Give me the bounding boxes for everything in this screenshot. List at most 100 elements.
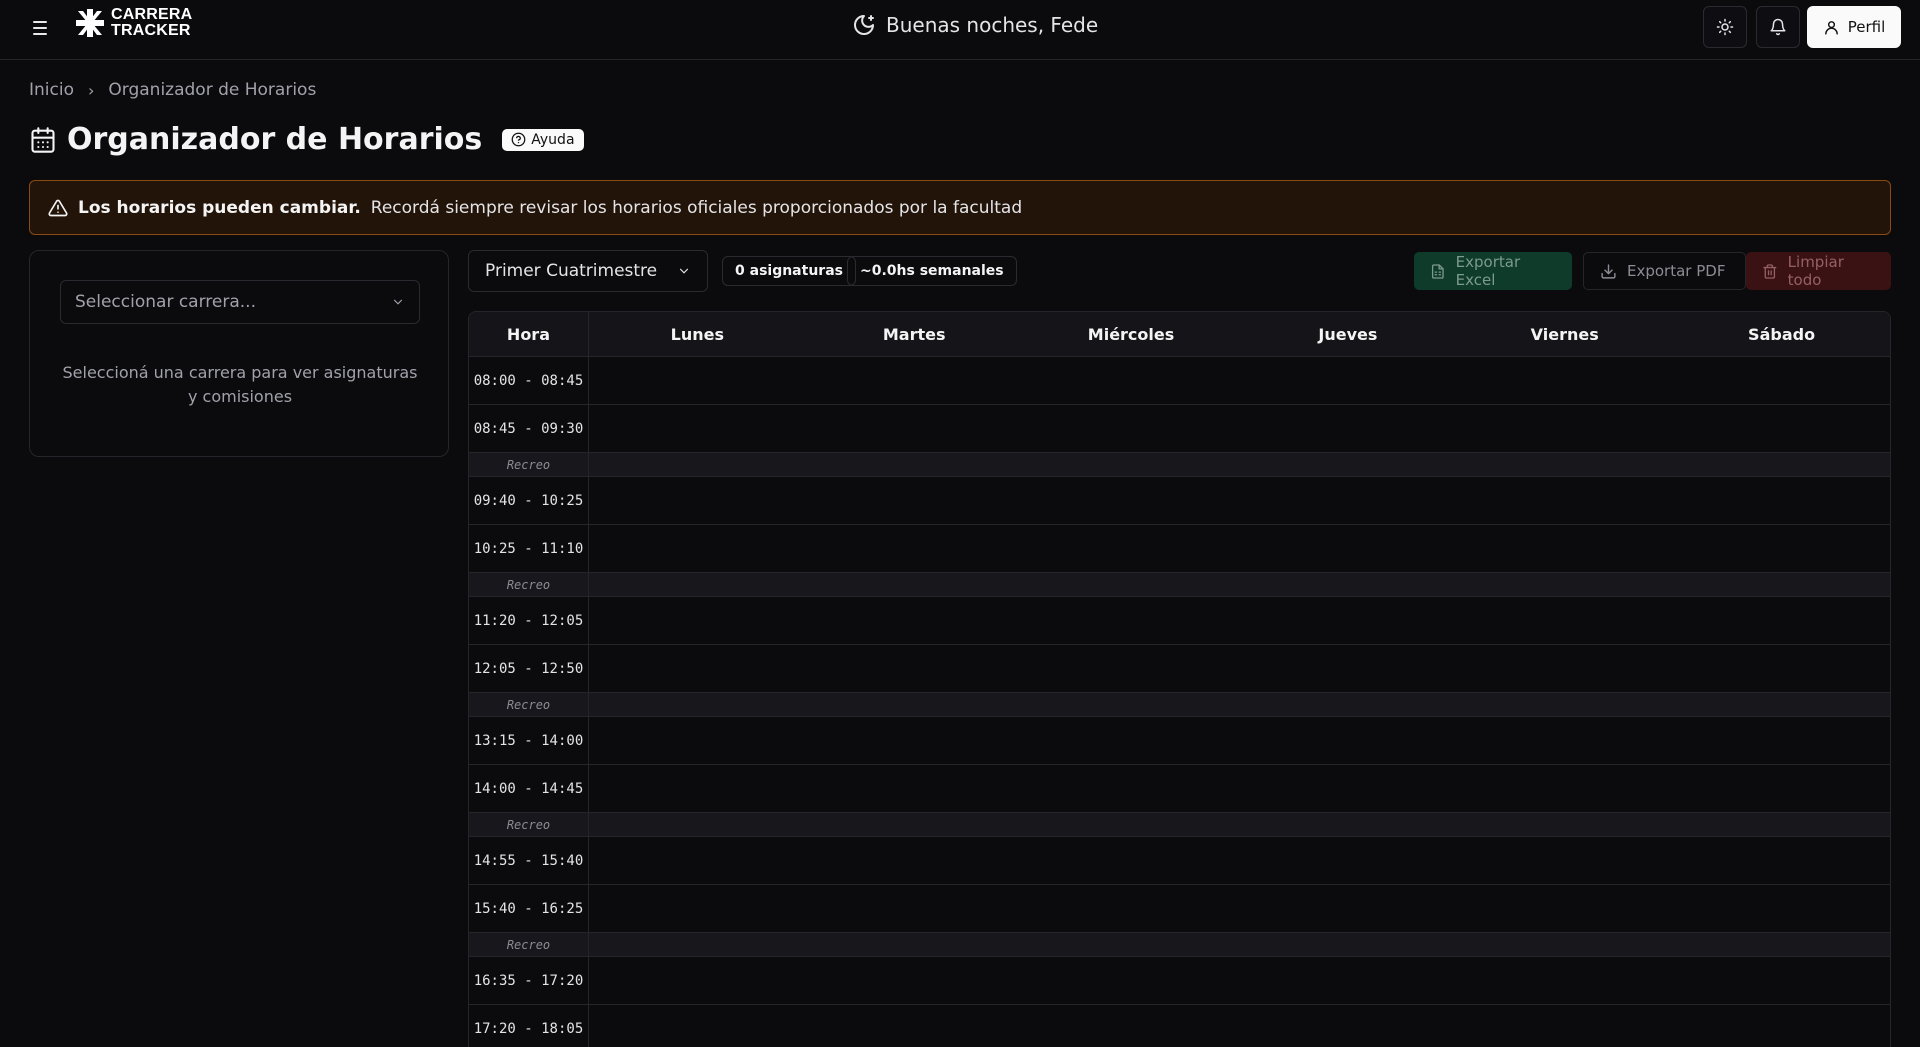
day-header-tuesday: Martes xyxy=(882,324,946,344)
break-row: Recreo xyxy=(469,693,1890,717)
career-select[interactable]: Seleccionar carrera... xyxy=(60,280,420,324)
warning-triangle-icon xyxy=(48,199,68,216)
hamburger-icon[interactable] xyxy=(28,16,52,40)
time-slot-row: 14:55 - 15:40 xyxy=(469,837,1890,885)
day-header-friday: Viernes xyxy=(1530,324,1599,344)
alert-title: Los horarios pueden cambiar. xyxy=(78,197,361,218)
break-label: Recreo xyxy=(469,573,589,596)
weekly-hours-badge: ~0.0hs semanales xyxy=(847,256,1017,286)
break-row: Recreo xyxy=(469,933,1890,957)
time-slot-row: 11:20 - 12:05 xyxy=(469,597,1890,645)
help-button[interactable]: Ayuda xyxy=(502,128,584,151)
schedule-header-row: Hora Lunes Martes Miércoles Jueves Viern… xyxy=(469,312,1890,357)
time-slot-cells[interactable] xyxy=(589,837,1890,884)
time-slot-label: 08:45 - 09:30 xyxy=(469,405,589,452)
time-slot-row: 14:00 - 14:45 xyxy=(469,765,1890,813)
greeting: Buenas noches, Fede xyxy=(852,13,1098,37)
top-bar: CARRERA TRACKER Buenas noches, Fede Perf… xyxy=(0,0,1920,60)
profile-label: Perfil xyxy=(1847,18,1886,36)
time-slot-cells[interactable] xyxy=(589,885,1890,932)
calendar-icon xyxy=(31,126,55,153)
time-slot-row: 16:35 - 17:20 xyxy=(469,957,1890,1005)
bell-icon xyxy=(1770,18,1786,36)
career-panel: Seleccionar carrera... Seleccioná una ca… xyxy=(29,250,449,457)
alert-text: Recordá siempre revisar los horarios ofi… xyxy=(370,197,1023,218)
break-row: Recreo xyxy=(469,453,1890,477)
time-slot-row: 10:25 - 11:10 xyxy=(469,525,1890,573)
moon-icon xyxy=(854,15,874,35)
clear-all-label: Limpiar todo xyxy=(1787,253,1844,289)
time-slot-label: 11:20 - 12:05 xyxy=(469,597,589,644)
breadcrumb-home[interactable]: Inicio xyxy=(29,80,74,100)
breadcrumb-current: Organizador de Horarios xyxy=(108,80,317,100)
break-row: Recreo xyxy=(469,573,1890,597)
breadcrumb: Inicio › Organizador de Horarios xyxy=(29,80,316,100)
time-slot-label: 16:35 - 17:20 xyxy=(469,957,589,1004)
time-slot-label: 10:25 - 11:10 xyxy=(469,525,589,572)
schedule-grid: Hora Lunes Martes Miércoles Jueves Viern… xyxy=(468,311,1891,1047)
time-slot-label: 15:40 - 16:25 xyxy=(469,885,589,932)
time-slot-label: 14:00 - 14:45 xyxy=(469,765,589,812)
help-label: Ayuda xyxy=(531,131,575,148)
term-select-value: Primer Cuatrimestre xyxy=(485,261,658,281)
logo-text-line1: CARRERA xyxy=(111,6,193,23)
export-pdf-button[interactable]: Exportar PDF xyxy=(1583,252,1746,290)
hour-column-header: Hora xyxy=(469,312,589,356)
profile-button[interactable]: Perfil xyxy=(1807,6,1901,48)
time-slot-cells[interactable] xyxy=(589,717,1890,764)
chevron-right-icon: › xyxy=(87,80,95,100)
time-slot-row: 13:15 - 14:00 xyxy=(469,717,1890,765)
time-slot-cells[interactable] xyxy=(589,1005,1890,1047)
break-label: Recreo xyxy=(469,693,589,716)
title-row: Organizador de Horarios Ayuda xyxy=(29,122,584,157)
break-row: Recreo xyxy=(469,813,1890,837)
break-cells xyxy=(589,453,1890,476)
time-slot-cells[interactable] xyxy=(589,957,1890,1004)
export-excel-button[interactable]: Exportar Excel xyxy=(1414,252,1572,290)
theme-toggle-button[interactable] xyxy=(1703,6,1747,48)
term-select[interactable]: Primer Cuatrimestre xyxy=(468,250,708,292)
utn-logo-icon xyxy=(76,9,104,37)
greeting-text: Buenas noches, Fede xyxy=(886,13,1099,37)
break-label: Recreo xyxy=(469,453,589,476)
time-slot-label: 14:55 - 15:40 xyxy=(469,837,589,884)
break-cells xyxy=(589,693,1890,716)
clear-all-button[interactable]: Limpiar todo xyxy=(1746,252,1891,290)
career-select-placeholder: Seleccionar carrera... xyxy=(75,292,256,312)
time-slot-label: 13:15 - 14:00 xyxy=(469,717,589,764)
time-slot-cells[interactable] xyxy=(589,765,1890,812)
trash-icon xyxy=(1763,263,1777,279)
time-slot-row: 09:40 - 10:25 xyxy=(469,477,1890,525)
time-slot-cells[interactable] xyxy=(589,477,1890,524)
chevron-down-icon xyxy=(393,299,403,305)
day-header-saturday: Sábado xyxy=(1748,324,1816,344)
sun-icon xyxy=(1716,18,1734,36)
day-header-thursday: Jueves xyxy=(1318,324,1378,344)
time-slot-cells[interactable] xyxy=(589,525,1890,572)
export-excel-label: Exportar Excel xyxy=(1455,253,1521,289)
break-label: Recreo xyxy=(469,813,589,836)
time-slot-row: 08:00 - 08:45 xyxy=(469,357,1890,405)
break-label: Recreo xyxy=(469,933,589,956)
question-circle-icon xyxy=(511,132,526,147)
user-icon xyxy=(1824,20,1838,35)
time-slot-cells[interactable] xyxy=(589,405,1890,452)
logo-text-line2: TRACKER xyxy=(111,22,191,39)
day-header-monday: Lunes xyxy=(670,324,725,344)
chevron-down-icon xyxy=(679,268,689,274)
break-cells xyxy=(589,933,1890,956)
notifications-button[interactable] xyxy=(1756,6,1800,48)
time-slot-label: 12:05 - 12:50 xyxy=(469,645,589,692)
time-slot-cells[interactable] xyxy=(589,645,1890,692)
time-slot-cells[interactable] xyxy=(589,597,1890,644)
download-icon xyxy=(1601,263,1616,279)
time-slot-row: 17:20 - 18:05 xyxy=(469,1005,1890,1047)
time-slot-row: 08:45 - 09:30 xyxy=(469,405,1890,453)
time-slot-cells[interactable] xyxy=(589,357,1890,404)
app-logo[interactable]: CARRERA TRACKER xyxy=(75,7,192,39)
subjects-count-badge: 0 asignaturas xyxy=(722,256,856,286)
break-cells xyxy=(589,573,1890,596)
time-slot-label: 09:40 - 10:25 xyxy=(469,477,589,524)
time-slot-label: 17:20 - 18:05 xyxy=(469,1005,589,1047)
page-title: Organizador de Horarios xyxy=(67,122,483,157)
